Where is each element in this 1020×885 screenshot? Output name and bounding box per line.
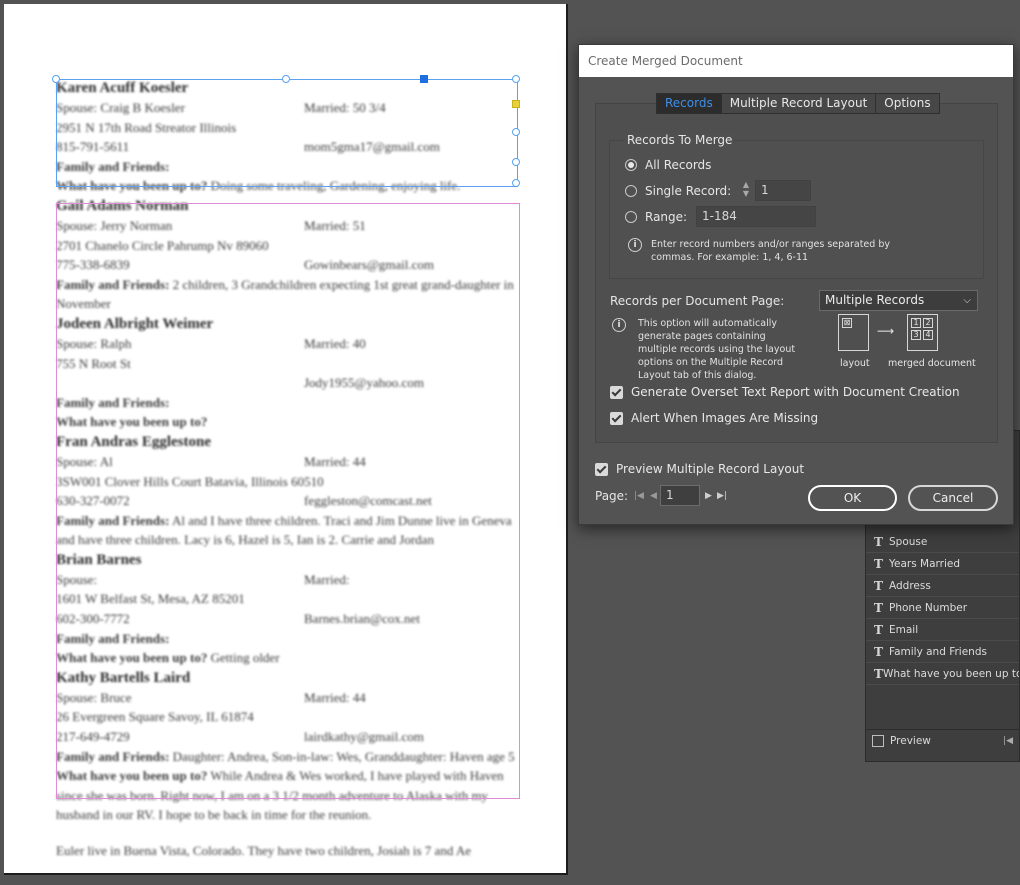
radio-button[interactable] bbox=[625, 159, 637, 171]
field-label: Phone Number bbox=[889, 601, 968, 614]
field-phone-number[interactable]: T Phone Number bbox=[866, 597, 1019, 619]
preview-checkbox[interactable] bbox=[872, 734, 884, 747]
cell-icon: 4 bbox=[923, 330, 933, 340]
page-label: Page: bbox=[595, 489, 629, 503]
single-record-input[interactable]: 1 bbox=[755, 180, 811, 201]
range-input[interactable]: 1-184 bbox=[696, 206, 816, 227]
arrow-right-icon: ⟶ bbox=[877, 324, 895, 338]
range-label: Range: bbox=[645, 210, 688, 224]
frame-handle[interactable] bbox=[512, 158, 520, 166]
preview-layout-option[interactable]: Preview Multiple Record Layout bbox=[595, 462, 804, 476]
radio-button[interactable] bbox=[625, 211, 637, 223]
frame-handle[interactable] bbox=[52, 75, 60, 83]
alert-label: Alert When Images Are Missing bbox=[631, 411, 819, 425]
first-page-icon[interactable]: |◀ bbox=[634, 491, 644, 501]
field-address[interactable]: T Address bbox=[866, 575, 1019, 597]
field-label: Spouse bbox=[889, 535, 928, 548]
field-spouse[interactable]: T Spouse bbox=[866, 531, 1019, 553]
field-label: Address bbox=[889, 579, 931, 592]
cell-icon: 3 bbox=[911, 330, 921, 340]
text-field-icon: T bbox=[874, 666, 883, 681]
records-per-page-label: Records per Document Page: bbox=[610, 294, 785, 308]
merged-document-caption: merged document bbox=[888, 358, 976, 369]
text-field-icon: T bbox=[874, 600, 883, 615]
frame-handle[interactable] bbox=[512, 179, 520, 187]
overset-label: Generate Overset Text Report with Docume… bbox=[631, 385, 960, 399]
selected-text-frame[interactable] bbox=[56, 79, 518, 187]
frame-handle[interactable] bbox=[512, 128, 520, 136]
frame-handle[interactable] bbox=[420, 75, 428, 83]
create-merged-document-dialog: Create Merged Document Records Multiple … bbox=[578, 44, 1014, 525]
records-per-page-hint: This option will automatically generate … bbox=[638, 318, 796, 381]
text-field-icon: T bbox=[874, 556, 883, 571]
field-what-have-you-been-up-to[interactable]: T What have you been up to bbox=[866, 663, 1019, 685]
tab-records[interactable]: Records bbox=[657, 94, 722, 113]
records-per-page-select[interactable]: Multiple Records ⌵ bbox=[819, 290, 978, 311]
preview-label: Preview bbox=[890, 734, 931, 747]
tab-options[interactable]: Options bbox=[876, 94, 938, 113]
records-hint: Enter record numbers and/or ranges separ… bbox=[651, 239, 890, 263]
radio-button[interactable] bbox=[625, 185, 637, 197]
alert-images-option[interactable]: Alert When Images Are Missing bbox=[610, 411, 818, 425]
document-page[interactable]: Karen Acuff Koesler Spouse: Craig B Koes… bbox=[4, 4, 568, 875]
frame-corner-handle[interactable] bbox=[512, 100, 520, 108]
radio-range[interactable]: Range: bbox=[625, 210, 687, 224]
ok-button[interactable]: OK bbox=[808, 485, 897, 511]
next-page-icon[interactable]: ▶ bbox=[705, 491, 712, 501]
data-field-list: T Spouse T Years Married T Address T Phone N… bbox=[866, 531, 1019, 685]
first-record-icon[interactable]: |◀ bbox=[1003, 736, 1013, 746]
dialog-title: Create Merged Document bbox=[579, 45, 1013, 77]
field-family-and-friends[interactable]: T Family and Friends bbox=[866, 641, 1019, 663]
radio-single-record[interactable]: Single Record: bbox=[625, 184, 731, 198]
panel-preview-row: Preview |◀ bbox=[866, 729, 1019, 751]
layout-diagram-icon: ⊠ bbox=[838, 314, 869, 351]
frame-handle[interactable] bbox=[282, 75, 290, 83]
preview-layout-label: Preview Multiple Record Layout bbox=[616, 462, 805, 476]
field-label: Family and Friends bbox=[889, 645, 987, 658]
field-label: What have you been up to bbox=[882, 667, 1019, 680]
cell-icon: 1 bbox=[911, 318, 921, 328]
frame-handle[interactable] bbox=[512, 75, 520, 83]
last-page-icon[interactable]: ▶| bbox=[717, 491, 727, 501]
cancel-button[interactable]: Cancel bbox=[908, 485, 998, 511]
preview-layout-checkbox[interactable] bbox=[595, 462, 608, 476]
info-icon: i bbox=[612, 318, 626, 332]
field-label: Years Married bbox=[889, 557, 961, 570]
layout-caption: layout bbox=[840, 358, 870, 369]
overset-checkbox[interactable] bbox=[610, 385, 623, 399]
info-icon: i bbox=[628, 238, 642, 252]
field-label: Email bbox=[889, 623, 919, 636]
overset-report-option[interactable]: Generate Overset Text Report with Docume… bbox=[610, 385, 960, 399]
stepper-icon[interactable]: ▲ ▼ bbox=[737, 180, 755, 201]
radio-all-records[interactable]: All Records bbox=[625, 158, 711, 172]
text-field-icon: T bbox=[874, 578, 883, 593]
previous-page-icon[interactable]: ◀ bbox=[650, 491, 657, 501]
chevron-down-icon: ⌵ bbox=[963, 295, 971, 306]
text-frame-outline bbox=[56, 203, 520, 799]
text-field-icon: T bbox=[874, 644, 883, 659]
records-per-page-value: Multiple Records bbox=[825, 293, 925, 307]
all-records-label: All Records bbox=[645, 158, 712, 172]
text-field-icon: T bbox=[874, 534, 883, 549]
alert-checkbox[interactable] bbox=[610, 411, 623, 425]
single-record-label: Single Record: bbox=[645, 184, 732, 198]
image-placeholder-icon: ⊠ bbox=[842, 318, 852, 328]
dialog-tabs: Records Multiple Record Layout Options bbox=[656, 93, 940, 114]
page-input[interactable]: 1 bbox=[660, 485, 700, 506]
records-to-merge-title: Records To Merge bbox=[625, 133, 735, 147]
merged-document-diagram-icon: 1 2 3 4 bbox=[907, 314, 938, 351]
text-field-icon: T bbox=[874, 622, 883, 637]
field-years-married[interactable]: T Years Married bbox=[866, 553, 1019, 575]
tab-multiple-record-layout[interactable]: Multiple Record Layout bbox=[722, 94, 877, 113]
trailing-text: Euler live in Buena Vista, Colorado. The… bbox=[56, 843, 472, 858]
cell-icon: 2 bbox=[923, 318, 933, 328]
field-email[interactable]: T Email bbox=[866, 619, 1019, 641]
